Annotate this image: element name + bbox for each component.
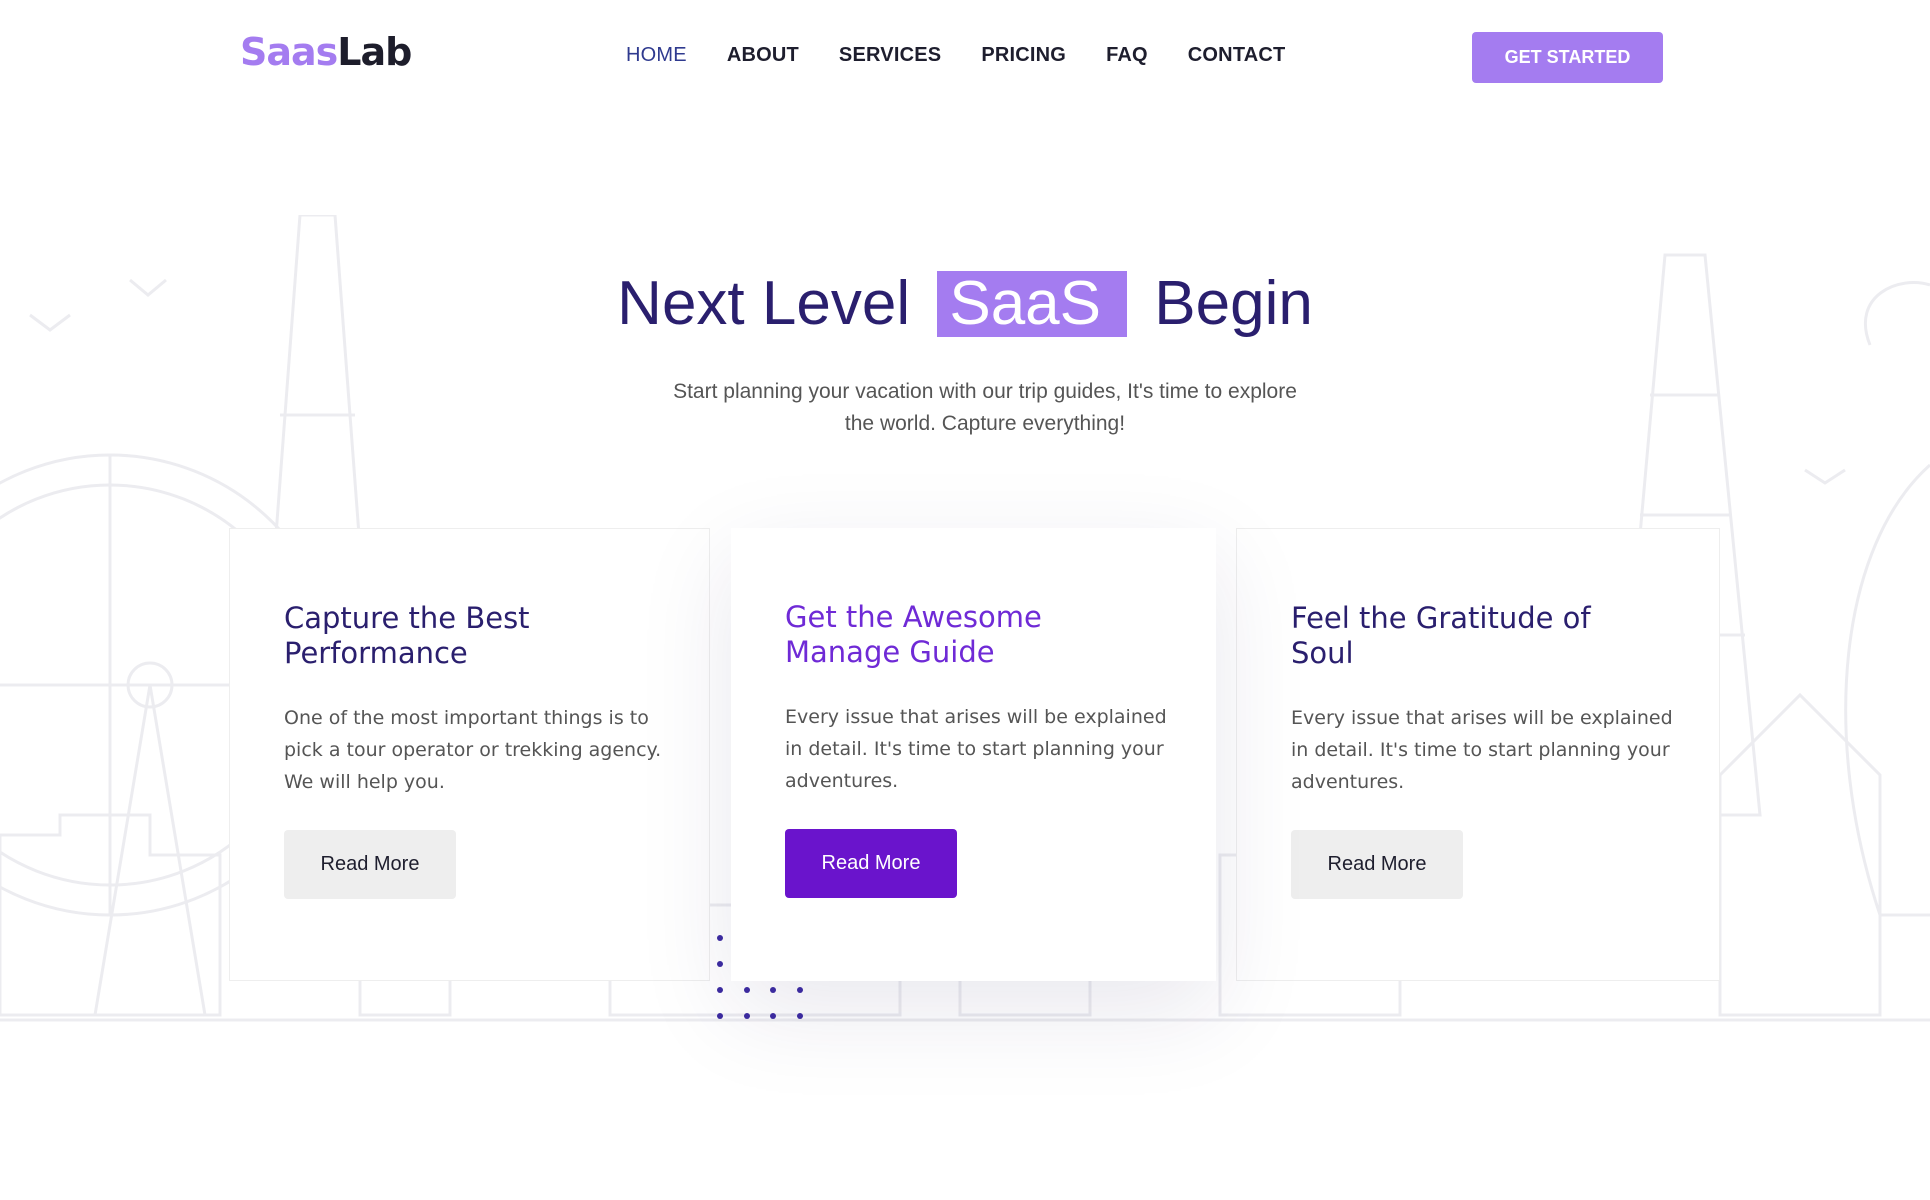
brand-logo-part2: Lab [337, 30, 412, 74]
nav-pricing[interactable]: PRICING [981, 44, 1066, 67]
feature-card-text: One of the most important things is to p… [284, 707, 662, 793]
nav-about[interactable]: ABOUT [727, 44, 799, 67]
hero-title-after: Begin [1154, 269, 1313, 338]
site-header: SaasLab HOME ABOUT SERVICES PRICING FAQ … [0, 0, 1930, 115]
hero-title-highlight: SaaS [937, 271, 1128, 337]
decorative-dots [717, 935, 803, 1019]
nav-faq[interactable]: FAQ [1106, 44, 1148, 67]
nav-home[interactable]: HOME [626, 44, 687, 67]
feature-card-title: Feel the Gratitude of Soul [1291, 601, 1591, 670]
hero-subtitle: Start planning your vacation with our tr… [640, 376, 1330, 440]
hero-title-before: Next Level [617, 269, 911, 338]
nav-contact[interactable]: CONTACT [1188, 44, 1286, 67]
read-more-button[interactable]: Read More [284, 830, 456, 899]
hero-title: Next Level SaaS Begin [0, 268, 1930, 339]
hero-subtitle-line1: Start planning your vacation with our tr… [673, 380, 1297, 403]
feature-card-3: Feel the Gratitude of Soul Every issue t… [1236, 528, 1720, 981]
feature-card-title: Capture the Best Performance [284, 601, 530, 670]
feature-card-1: Capture the Best Performance One of the … [229, 528, 710, 981]
get-started-button[interactable]: GET STARTED [1472, 32, 1663, 83]
feature-card-2: Get the Awesome Manage Guide Every issue… [731, 528, 1216, 981]
main-nav: HOME ABOUT SERVICES PRICING FAQ CONTACT [626, 44, 1325, 67]
feature-card-text: Every issue that arises will be explaine… [785, 706, 1167, 792]
feature-card-text: Every issue that arises will be explaine… [1291, 707, 1673, 793]
read-more-button[interactable]: Read More [785, 829, 957, 898]
nav-services[interactable]: SERVICES [839, 44, 941, 67]
hero-subtitle-line2: the world. Capture everything! [844, 412, 1126, 435]
brand-logo[interactable]: SaasLab [240, 30, 412, 74]
read-more-button[interactable]: Read More [1291, 830, 1463, 899]
brand-logo-part1: Saas [240, 30, 338, 74]
feature-card-title: Get the Awesome Manage Guide [785, 600, 1042, 669]
